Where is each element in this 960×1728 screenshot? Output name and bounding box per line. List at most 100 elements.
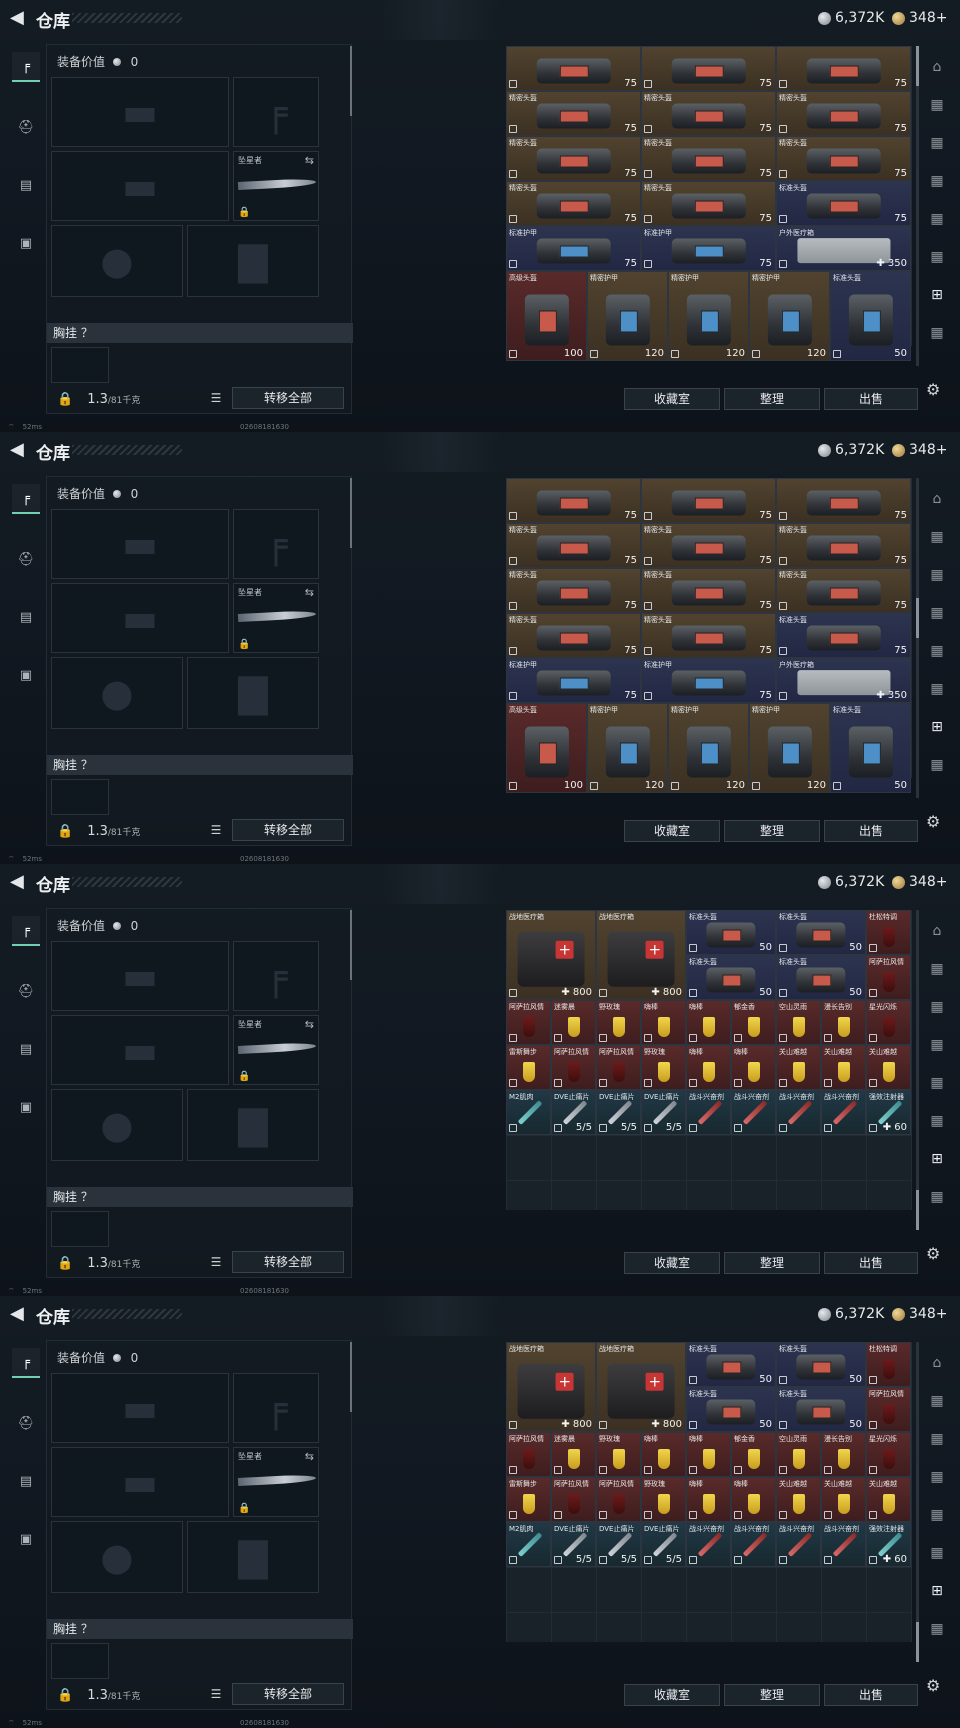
stash-scrollbar[interactable]	[916, 478, 919, 798]
stash-item[interactable]: 星光闪烁	[866, 1432, 911, 1477]
stash-item[interactable]: 迷雾晨	[551, 1432, 596, 1477]
stash-page-3-icon[interactable]: ▦	[924, 1426, 950, 1452]
collection-room-button[interactable]: 收藏室	[624, 1252, 720, 1274]
melee-slot[interactable]: 坠星者 ⇆ 🔒	[233, 583, 319, 653]
stash-item[interactable]: 标准头盔 50	[830, 271, 911, 361]
stash-item[interactable]: 嗨棒	[686, 1045, 731, 1090]
chest-rig-slot[interactable]	[51, 1211, 109, 1247]
stash-page-1-icon[interactable]: ⌂	[924, 54, 950, 80]
stash-page-1-icon[interactable]: ⌂	[924, 486, 950, 512]
stash-item[interactable]: 75	[776, 46, 911, 91]
stash-item[interactable]: 精密头盔 75	[506, 91, 641, 136]
stash-page-5-icon[interactable]: ▦	[924, 206, 950, 232]
stash-item[interactable]: 75	[641, 478, 776, 523]
stash-item[interactable]: 标准头盔 75	[776, 181, 911, 226]
stash-item[interactable]: 星光闪烁	[866, 1000, 911, 1045]
list-icon[interactable]: ☰	[207, 1253, 225, 1271]
stash-item[interactable]: 阿萨拉风情	[596, 1045, 641, 1090]
stash-item[interactable]: 精密头盔 75	[641, 91, 776, 136]
stash-page-4-icon[interactable]: ▦	[924, 168, 950, 194]
helmet-slot[interactable]: ●	[51, 657, 183, 729]
stash-item[interactable]: 战斗兴奋剂	[686, 1522, 731, 1567]
swap-icon[interactable]: ⇆	[305, 1018, 314, 1031]
stash-item[interactable]: 高级头盔 100	[506, 703, 587, 793]
stash-page-4-icon[interactable]: ▦	[924, 600, 950, 626]
armor-slot[interactable]: ▇	[187, 1089, 319, 1161]
stash-item[interactable]: DVE止痛片 5/5	[551, 1522, 596, 1567]
left-scrollbar[interactable]	[350, 478, 352, 548]
stash-item[interactable]: 阿萨拉风情	[551, 1045, 596, 1090]
back-arrow-icon[interactable]: ◀	[10, 440, 28, 460]
stash-page-add-icon[interactable]: ⊞	[924, 714, 950, 740]
gold-currency[interactable]: 348+	[892, 1306, 947, 1322]
stash-item[interactable]: 标准护甲 75	[506, 658, 641, 703]
settings-gear-icon[interactable]: ⚙	[926, 812, 940, 831]
stash-item[interactable]: 户外医疗箱 ✚ 350	[776, 226, 911, 271]
tab-armor[interactable]: ▤	[12, 170, 40, 200]
stash-item[interactable]: 精密头盔 75	[506, 181, 641, 226]
stash-page-add-icon[interactable]: ⊞	[924, 282, 950, 308]
melee-slot[interactable]: 坠星者 ⇆ 🔒	[233, 151, 319, 221]
stash-item[interactable]: 精密头盔 75	[506, 613, 641, 658]
list-icon[interactable]: ☰	[207, 821, 225, 839]
stash-scrollbar[interactable]	[916, 910, 919, 1230]
stash-item[interactable]: 精密护甲 120	[668, 271, 749, 361]
stash-item[interactable]: 阿萨拉风情	[866, 1387, 911, 1432]
stash-scrollbar[interactable]	[916, 46, 919, 366]
stash-page-add-icon[interactable]: ⊞	[924, 1578, 950, 1604]
stash-item[interactable]: DVE止痛片 5/5	[551, 1090, 596, 1135]
stash-item[interactable]: 精密头盔 75	[776, 568, 911, 613]
secondary-weapon-slot[interactable]: ▬	[51, 1015, 229, 1085]
stash-item[interactable]: 迷雾晨	[551, 1000, 596, 1045]
stash-page-1-icon[interactable]: ⌂	[924, 918, 950, 944]
primary-weapon-slot[interactable]: ▬	[51, 941, 229, 1011]
stash-item[interactable]: 标准头盔 50	[776, 955, 866, 1000]
tab-bags[interactable]: ▣	[12, 660, 40, 690]
stash-item[interactable]: 郁金香	[731, 1432, 776, 1477]
collection-room-button[interactable]: 收藏室	[624, 820, 720, 842]
stash-item[interactable]: 标准头盔 50	[776, 910, 866, 955]
stash-item[interactable]: 嗨棒	[641, 1432, 686, 1477]
stash-item[interactable]: 标准头盔 50	[686, 955, 776, 1000]
stash-item[interactable]: 精密头盔 75	[776, 523, 911, 568]
gold-currency[interactable]: 348+	[892, 10, 947, 26]
stash-item[interactable]: 精密护甲 120	[749, 703, 830, 793]
stash-item[interactable]: 精密护甲 120	[668, 703, 749, 793]
stash-item[interactable]: 嗨棒	[686, 1000, 731, 1045]
stash-item[interactable]: 精密头盔 75	[641, 136, 776, 181]
stash-page-4-icon[interactable]: ▦	[924, 1464, 950, 1490]
stash-item[interactable]: 75	[776, 478, 911, 523]
stash-item[interactable]: 战斗兴奋剂	[731, 1522, 776, 1567]
stash-item[interactable]: 杜松特调	[866, 1342, 911, 1387]
tab-bags[interactable]: ▣	[12, 1524, 40, 1554]
stash-page-3-icon[interactable]: ▦	[924, 562, 950, 588]
stash-page-5-icon[interactable]: ▦	[924, 1502, 950, 1528]
stash-item[interactable]: 阿萨拉风情	[596, 1477, 641, 1522]
stash-page-6-icon[interactable]: ▦	[924, 1540, 950, 1566]
tab-weapons[interactable]: ╒	[12, 1348, 40, 1378]
stash-item[interactable]: 野玫瑰	[641, 1045, 686, 1090]
settings-gear-icon[interactable]: ⚙	[926, 380, 940, 399]
left-scrollbar[interactable]	[350, 1342, 352, 1412]
stash-item[interactable]: DVE止痛片 5/5	[641, 1522, 686, 1567]
stash-item[interactable]: 漫长告别	[821, 1432, 866, 1477]
scroll-thumb[interactable]	[916, 1622, 919, 1662]
stash-item[interactable]: 户外医疗箱 ✚ 350	[776, 658, 911, 703]
stash-page-5-icon[interactable]: ▦	[924, 638, 950, 664]
stash-item[interactable]: 标准头盔 50	[830, 703, 911, 793]
stash-item[interactable]: 强效注射器 ✚ 60	[866, 1090, 911, 1135]
swap-icon[interactable]: ⇆	[305, 586, 314, 599]
stash-item[interactable]: 标准头盔 50	[776, 1387, 866, 1432]
stash-item[interactable]: 野玫瑰	[641, 1477, 686, 1522]
stash-item[interactable]: 精密头盔 75	[506, 523, 641, 568]
swap-icon[interactable]: ⇆	[305, 1450, 314, 1463]
sell-button[interactable]: 出售	[824, 388, 918, 410]
organize-button[interactable]: 整理	[724, 820, 820, 842]
stash-item[interactable]: 郁金香	[731, 1000, 776, 1045]
stash-item[interactable]: 战斗兴奋剂	[821, 1522, 866, 1567]
stash-item[interactable]: 精密护甲 120	[749, 271, 830, 361]
sell-button[interactable]: 出售	[824, 1252, 918, 1274]
stash-page-8-icon[interactable]: ▦	[924, 320, 950, 346]
stash-item[interactable]: 精密护甲 120	[587, 703, 668, 793]
stash-item[interactable]: 雷斯舞步	[506, 1477, 551, 1522]
